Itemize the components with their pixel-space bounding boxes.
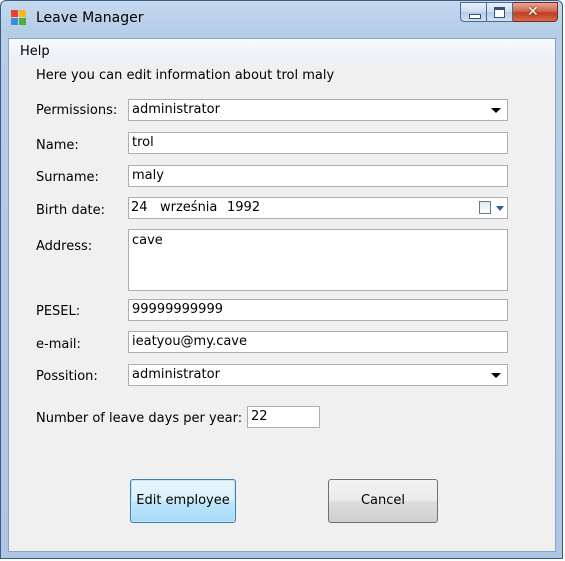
close-button[interactable]: ✕ [513,2,558,22]
pesel-input[interactable]: 99999999999 [128,299,508,321]
window-title: Leave Manager [36,10,144,26]
address-textarea[interactable]: cave [128,229,508,291]
pesel-label: PESEL: [36,304,81,319]
edit-employee-button[interactable]: Edit employee [130,479,236,523]
permissions-value: administrator [132,102,220,117]
caption-buttons: ✕ [460,2,558,22]
title-bar[interactable]: Leave Manager ✕ [1,1,564,35]
intro-text: Here you can edit information about trol… [36,68,335,83]
permissions-label: Permissions: [36,103,118,118]
close-icon: ✕ [527,4,539,20]
app-window: Leave Manager ✕ Help Here you can edit i… [0,0,563,559]
leave-days-label: Number of leave days per year: [36,411,243,426]
birth-year[interactable]: 1992 [227,200,260,215]
birth-date-picker[interactable]: 24 września 1992 [128,197,508,219]
menu-bar: Help [9,39,555,63]
permissions-dropdown[interactable]: administrator [128,99,508,121]
email-label: e-mail: [36,337,81,352]
birth-date-label: Birth date: [36,203,106,218]
email-input[interactable]: ieatyou@my.cave [128,331,508,353]
surname-input[interactable]: maly [128,165,508,187]
chevron-down-icon [491,373,501,378]
birth-day[interactable]: 24 [131,200,148,215]
name-label: Name: [36,138,79,153]
minimize-icon [469,14,481,19]
minimize-button[interactable] [460,2,487,22]
leave-days-input[interactable]: 22 [247,406,320,428]
surname-label: Surname: [36,170,99,185]
menu-help[interactable]: Help [20,44,50,59]
address-label: Address: [36,239,93,254]
birth-month[interactable]: września [160,200,217,215]
position-value: administrator [132,367,220,382]
maximize-icon [494,7,505,18]
app-icon [11,10,27,26]
chevron-down-icon[interactable] [496,206,504,211]
position-dropdown[interactable]: administrator [128,364,508,386]
maximize-button[interactable] [487,2,513,22]
calendar-icon[interactable] [479,201,491,214]
chevron-down-icon [491,108,501,113]
name-input[interactable]: trol [128,132,508,154]
client-area: Help Here you can edit information about… [8,38,556,552]
position-label: Possition: [36,369,98,384]
cancel-button[interactable]: Cancel [328,479,438,523]
